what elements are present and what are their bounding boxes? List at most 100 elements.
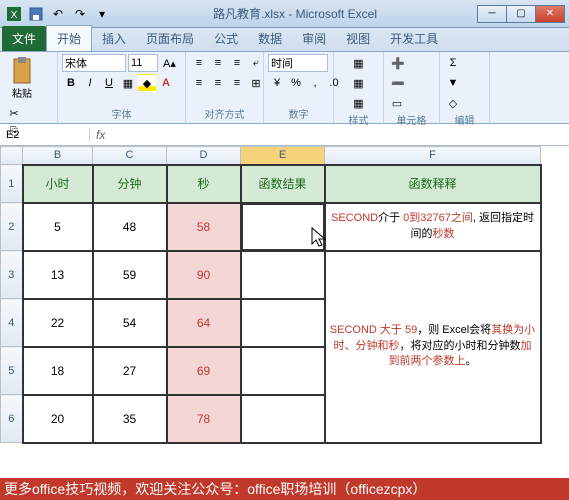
tab-view[interactable]: 视图 xyxy=(336,26,380,51)
cell-b5[interactable]: 18 xyxy=(23,347,93,395)
header-second[interactable]: 秒 xyxy=(167,165,241,203)
cell-b3[interactable]: 13 xyxy=(23,251,93,299)
header-hour[interactable]: 小时 xyxy=(23,165,93,203)
underline-button[interactable]: U xyxy=(100,74,118,92)
font-size-select[interactable]: 11 xyxy=(128,54,158,72)
group-edit-label: 编辑 xyxy=(444,112,485,127)
cell-d5[interactable]: 69 xyxy=(167,347,241,395)
row-header-3[interactable]: 3 xyxy=(1,251,23,299)
col-header-f[interactable]: F xyxy=(325,147,541,165)
quick-access-toolbar: X ↶ ↷ ▾ xyxy=(4,4,112,24)
table-style-icon[interactable]: ▦ xyxy=(350,74,368,92)
cell-c6[interactable]: 35 xyxy=(93,395,167,443)
name-box[interactable]: E2 xyxy=(0,129,90,141)
cell-b6[interactable]: 20 xyxy=(23,395,93,443)
align-center-icon[interactable]: ≡ xyxy=(209,74,227,92)
tab-home[interactable]: 开始 xyxy=(46,25,92,51)
redo-icon[interactable]: ↷ xyxy=(70,4,90,24)
tab-layout[interactable]: 页面布局 xyxy=(136,26,204,51)
tab-data[interactable]: 数据 xyxy=(248,26,292,51)
number-format-select[interactable]: 时间 xyxy=(268,54,328,72)
row-header-6[interactable]: 6 xyxy=(1,395,23,443)
delete-cell-icon[interactable]: ➖ xyxy=(388,74,408,92)
format-cell-icon[interactable]: ▭ xyxy=(388,94,406,112)
cell-e4[interactable] xyxy=(241,299,325,347)
clipboard-icon xyxy=(10,57,34,85)
row-header-1[interactable]: 1 xyxy=(1,165,23,203)
header-explain[interactable]: 函数释释 xyxy=(325,165,541,203)
comma-icon[interactable]: , xyxy=(306,74,324,92)
font-name-select[interactable]: 宋体 xyxy=(62,54,126,72)
undo-icon[interactable]: ↶ xyxy=(48,4,68,24)
cell-c3[interactable]: 59 xyxy=(93,251,167,299)
border-button[interactable]: ▦ xyxy=(119,74,137,92)
align-top-icon[interactable]: ≡ xyxy=(190,54,208,72)
col-header-c[interactable]: C xyxy=(93,147,167,165)
ribbon: 粘贴 ✂ ⎘ 🖌 剪贴板 宋体 11 A▴ B I U ▦ ◆ A xyxy=(0,52,569,124)
fill-color-button[interactable]: ◆ xyxy=(138,74,156,92)
italic-button[interactable]: I xyxy=(81,74,99,92)
formula-input[interactable] xyxy=(111,129,569,141)
percent-icon[interactable]: % xyxy=(287,74,305,92)
fill-icon[interactable]: ▼ xyxy=(444,74,462,92)
cell-c4[interactable]: 54 xyxy=(93,299,167,347)
tab-review[interactable]: 审阅 xyxy=(292,26,336,51)
fx-icon[interactable]: fx xyxy=(90,128,111,142)
cut-icon[interactable]: ✂ xyxy=(4,104,24,122)
group-font: 宋体 11 A▴ B I U ▦ ◆ A 字体 xyxy=(58,52,186,123)
save-icon[interactable] xyxy=(26,4,46,24)
col-header-b[interactable]: B xyxy=(23,147,93,165)
minimize-button[interactable]: ─ xyxy=(477,5,507,23)
paste-button[interactable]: 粘贴 xyxy=(4,54,40,102)
cell-e5[interactable] xyxy=(241,347,325,395)
formula-bar: E2 fx xyxy=(0,124,569,146)
cond-format-icon[interactable]: ▦ xyxy=(350,54,368,72)
close-button[interactable]: ✕ xyxy=(535,5,565,23)
bold-button[interactable]: B xyxy=(62,74,80,92)
insert-cell-icon[interactable]: ➕ xyxy=(388,54,408,72)
currency-icon[interactable]: ¥ xyxy=(268,74,286,92)
cell-c2[interactable]: 48 xyxy=(93,203,167,251)
cell-e2-selected[interactable] xyxy=(241,203,325,251)
col-header-e[interactable]: E xyxy=(241,147,325,165)
align-bottom-icon[interactable]: ≡ xyxy=(228,54,246,72)
clear-icon[interactable]: ◇ xyxy=(444,94,462,112)
tab-file[interactable]: 文件 xyxy=(2,26,46,51)
row-header-5[interactable]: 5 xyxy=(1,347,23,395)
group-number-label: 数字 xyxy=(268,106,329,121)
cell-b4[interactable]: 22 xyxy=(23,299,93,347)
cell-f3-6[interactable]: SECOND 大于 59，则 Excel会将其换为小时、分钟和秒，将对应的小时和… xyxy=(325,251,541,443)
group-align: ≡ ≡ ≡ ⤶ ≡ ≡ ≡ ⊞ 对齐方式 xyxy=(186,52,264,123)
cell-b2[interactable]: 5 xyxy=(23,203,93,251)
tab-dev[interactable]: 开发工具 xyxy=(380,26,448,51)
font-color-button[interactable]: A xyxy=(157,74,175,92)
header-minute[interactable]: 分钟 xyxy=(93,165,167,203)
worksheet[interactable]: B C D E F 1 小时 分钟 秒 函数结果 函数释释 2 5 48 58 … xyxy=(0,146,569,480)
cell-d3[interactable]: 90 xyxy=(167,251,241,299)
tab-formula[interactable]: 公式 xyxy=(204,26,248,51)
cell-d6[interactable]: 78 xyxy=(167,395,241,443)
row-header-4[interactable]: 4 xyxy=(1,299,23,347)
align-middle-icon[interactable]: ≡ xyxy=(209,54,227,72)
col-header-d[interactable]: D xyxy=(167,147,241,165)
header-result[interactable]: 函数结果 xyxy=(241,165,325,203)
cell-d4[interactable]: 64 xyxy=(167,299,241,347)
cell-e6[interactable] xyxy=(241,395,325,443)
align-right-icon[interactable]: ≡ xyxy=(228,74,246,92)
cell-c5[interactable]: 27 xyxy=(93,347,167,395)
merge-icon[interactable]: ⊞ xyxy=(247,74,265,92)
cell-d2[interactable]: 58 xyxy=(167,203,241,251)
maximize-button[interactable]: ▢ xyxy=(506,5,536,23)
qat-dropdown-icon[interactable]: ▾ xyxy=(92,4,112,24)
select-all-corner[interactable] xyxy=(1,147,23,165)
increase-font-icon[interactable]: A▴ xyxy=(160,54,179,72)
group-styles: ▦ ▦ ▦ 样式 xyxy=(334,52,384,123)
align-left-icon[interactable]: ≡ xyxy=(190,74,208,92)
autosum-icon[interactable]: Σ xyxy=(444,54,462,72)
row-header-2[interactable]: 2 xyxy=(1,203,23,251)
tab-insert[interactable]: 插入 xyxy=(92,26,136,51)
cell-e3[interactable] xyxy=(241,251,325,299)
cell-f2[interactable]: SECOND介于 0到32767之间, 返回指定时间的秒数 xyxy=(325,203,541,251)
cell-style-icon[interactable]: ▦ xyxy=(350,94,368,112)
wrap-icon[interactable]: ⤶ xyxy=(247,54,265,72)
